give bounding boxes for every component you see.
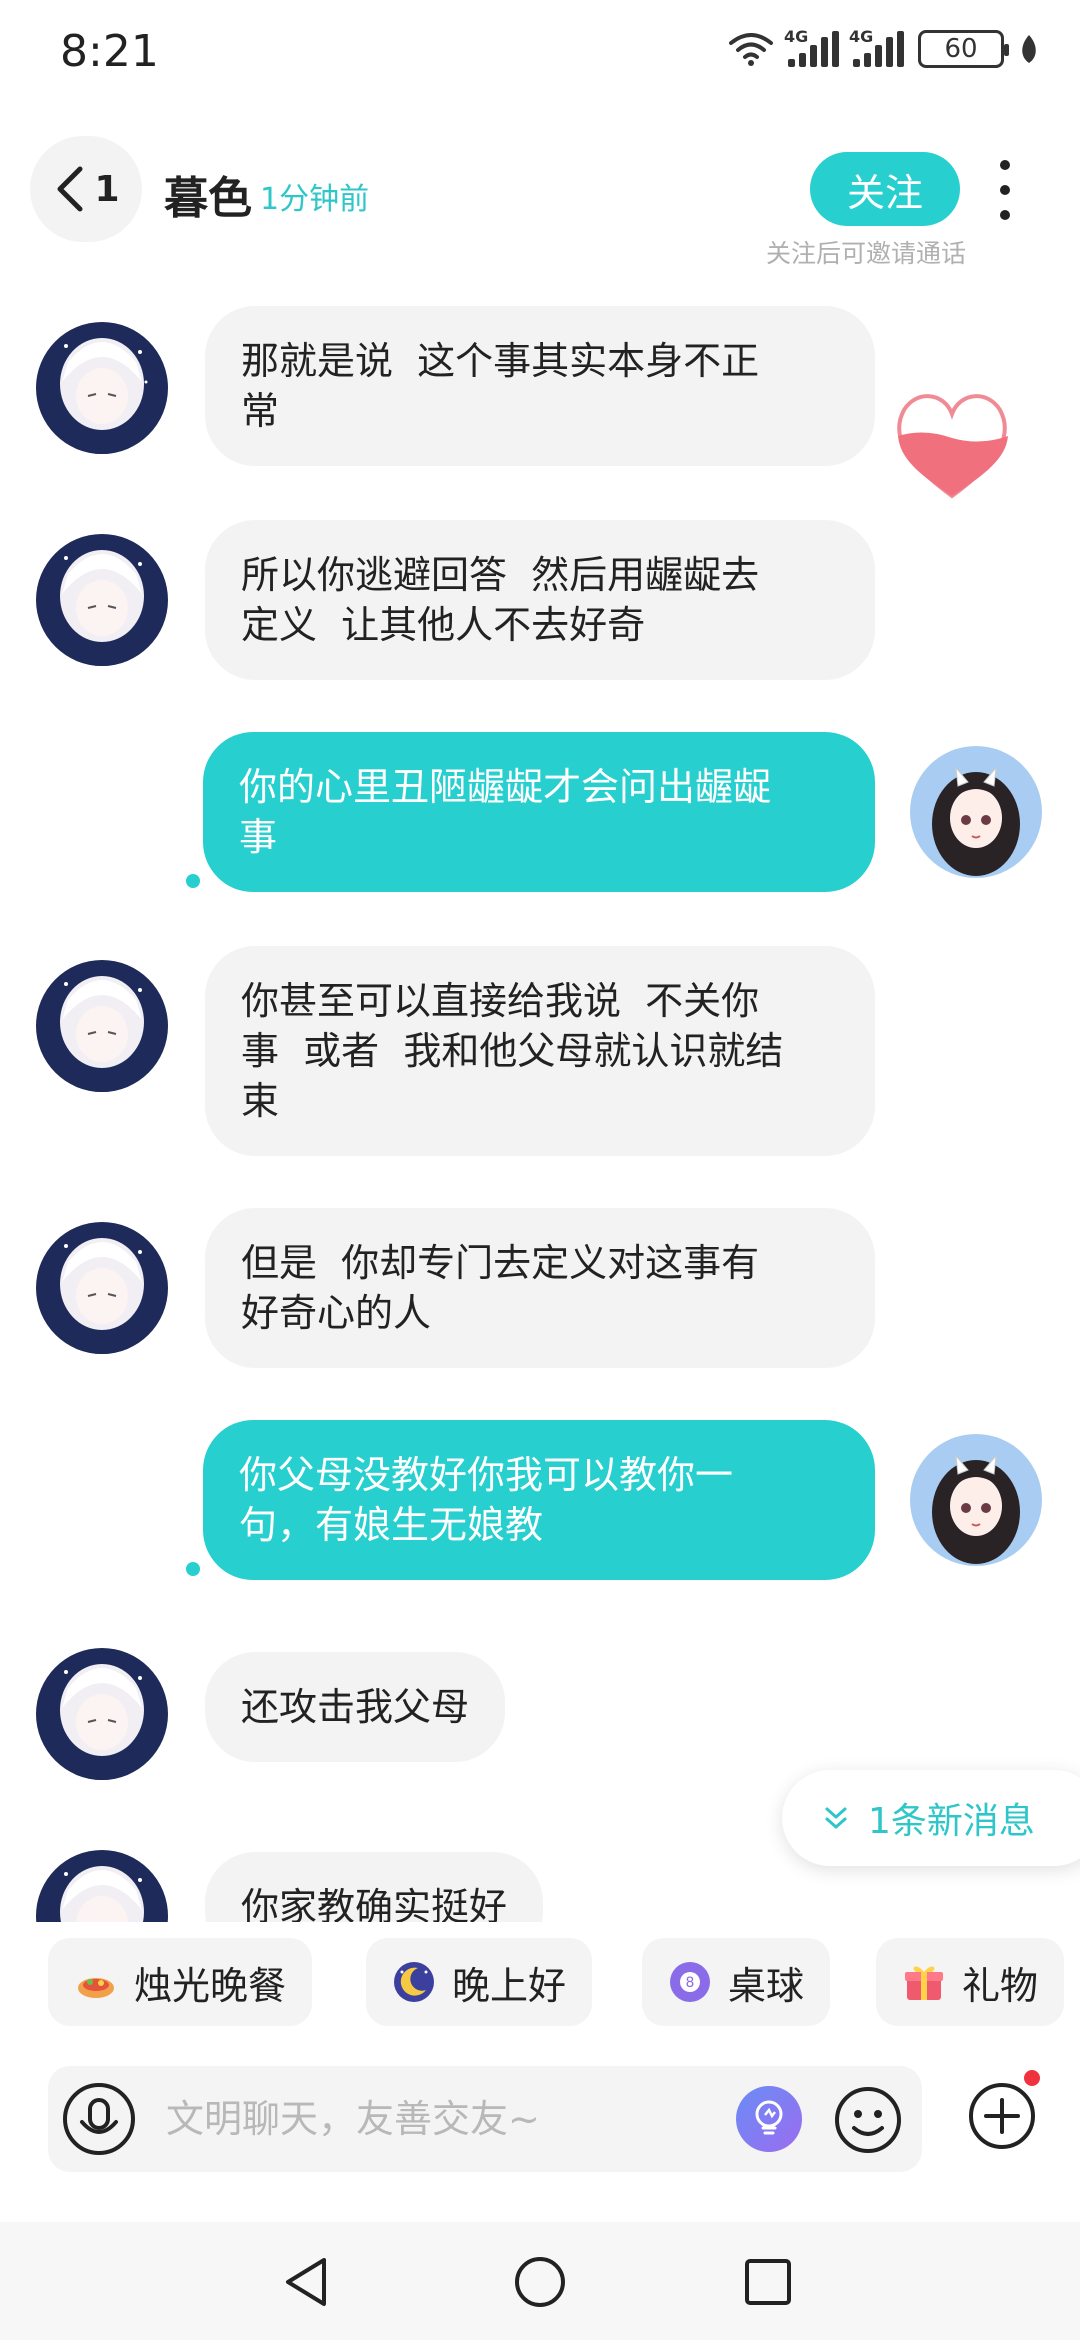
message-bubble-outgoing[interactable]: 你父母没教好你我可以教你一 句，有娘生无娘教 [203, 1420, 875, 1580]
moon-icon [392, 1960, 436, 2004]
unread-count: 1 [94, 168, 120, 210]
system-nav-bar [0, 2222, 1080, 2340]
read-status-dot [186, 874, 200, 888]
chip-label: 礼物 [962, 1963, 1039, 2008]
status-time: 8:21 [60, 26, 159, 77]
add-attachment-icon[interactable] [966, 2080, 1038, 2152]
message-bubble-incoming[interactable]: 那就是说 这个事其实本身不正 常 [205, 306, 875, 466]
more-options-icon[interactable] [990, 160, 1020, 220]
last-seen-status: 1分钟前 [260, 182, 370, 217]
gift-icon [902, 1960, 946, 2004]
chip-candlelight-dinner[interactable]: 烛光晚餐 [48, 1938, 313, 2026]
contact-avatar[interactable] [36, 1222, 168, 1354]
back-button[interactable]: 1 [30, 136, 142, 242]
chip-good-evening[interactable]: 晚上好 [366, 1938, 593, 2026]
read-status-dot [186, 1562, 200, 1576]
my-avatar[interactable] [910, 746, 1042, 878]
nav-back-icon[interactable] [278, 2252, 338, 2312]
billiard-ball-icon: 8 [668, 1960, 712, 2004]
message-input[interactable] [166, 2088, 726, 2150]
chevron-left-icon [57, 166, 83, 212]
contact-avatar[interactable] [36, 534, 168, 666]
contact-avatar[interactable] [36, 1648, 168, 1780]
chip-billiards[interactable]: 8 桌球 [642, 1938, 831, 2026]
double-chevron-down-icon [825, 1807, 847, 1829]
candlelight-dinner-icon [74, 1960, 118, 2004]
contact-name[interactable]: 暮色 [164, 162, 252, 226]
ai-assistant-icon[interactable] [734, 2084, 804, 2154]
contact-avatar[interactable] [36, 960, 168, 1092]
contact-avatar[interactable] [36, 322, 168, 454]
status-icons: 4G 4G 60 [728, 27, 1040, 68]
message-bubble-incoming[interactable]: 但是 你却专门去定义对这事有 好奇心的人 [205, 1208, 875, 1368]
new-message-label: 1条新消息 [868, 1801, 1035, 1842]
heart-icon[interactable] [890, 388, 1014, 500]
cell-signal-icon: 4G [784, 27, 839, 67]
chip-label: 桌球 [728, 1963, 805, 2008]
follow-button[interactable]: 关注 [810, 152, 960, 226]
leaf-icon [1022, 35, 1036, 63]
new-message-pill[interactable]: 1条新消息 [782, 1770, 1080, 1866]
nav-home-icon[interactable] [510, 2252, 570, 2312]
message-bubble-outgoing[interactable]: 你的心里丑陋龌龊才会问出龌龊 事 [203, 732, 875, 892]
emoji-icon[interactable] [832, 2084, 904, 2156]
battery-level: 60 [944, 34, 978, 64]
chip-label: 烛光晚餐 [134, 1963, 287, 2008]
svg-text:8: 8 [686, 1975, 695, 1991]
message-bubble-incoming[interactable]: 所以你逃避回答 然后用龌龊去 定义 让其他人不去好奇 [205, 520, 875, 680]
wifi-icon [729, 33, 773, 66]
my-avatar[interactable] [910, 1434, 1042, 1566]
chat-screen: 8:21 4G 4G 60 1 暮色 1分钟前 关注 关注后可邀请通话 那就是说… [0, 0, 1080, 2340]
message-bubble-incoming[interactable]: 还攻击我父母 [205, 1652, 506, 1762]
chip-gift[interactable]: 礼物 [876, 1938, 1065, 2026]
status-bar: 8:21 4G 4G 60 [0, 0, 1080, 110]
voice-icon[interactable] [60, 2080, 138, 2158]
battery-icon: 60 [918, 30, 1009, 68]
chip-label: 晚上好 [452, 1963, 567, 2008]
message-bubble-incoming[interactable]: 你甚至可以直接给我说 不关你 事 或者 我和他父母就认识就结 束 [205, 946, 875, 1156]
contact-avatar[interactable] [36, 1850, 168, 1922]
quick-chip-bar: 烛光晚餐 晚上好 8 桌球 礼物 [0, 1922, 1080, 2032]
notification-dot [1024, 2070, 1040, 2086]
message-bubble-incoming[interactable]: 你家教确实挺好 [205, 1852, 544, 1922]
cell-signal-icon-2: 4G [849, 27, 904, 67]
nav-recents-icon[interactable] [738, 2252, 798, 2312]
message-input-bar [48, 2066, 922, 2172]
follow-hint: 关注后可邀请通话 [765, 239, 966, 268]
chat-header: 1 暮色 1分钟前 关注 关注后可邀请通话 [0, 130, 1080, 280]
